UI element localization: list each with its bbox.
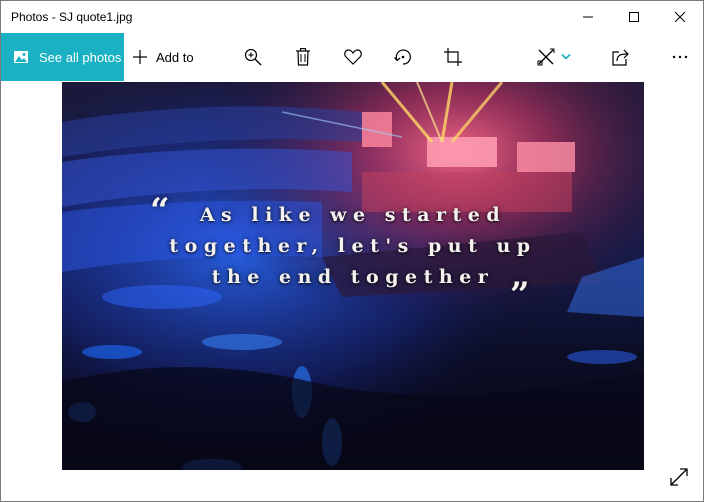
see-all-photos-label: See all photos bbox=[39, 49, 122, 65]
share-button[interactable] bbox=[609, 45, 633, 69]
share-icon bbox=[612, 49, 629, 66]
window-title: Photos - SJ quote1.jpg bbox=[11, 10, 133, 24]
zoom-button[interactable] bbox=[241, 45, 265, 69]
photos-app-window: Photos - SJ quote1.jpg See all photos Ad… bbox=[0, 0, 704, 502]
delete-button[interactable] bbox=[291, 45, 315, 69]
maximize-button[interactable] bbox=[611, 1, 657, 33]
chevron-down-icon bbox=[561, 53, 571, 60]
maximize-icon bbox=[629, 12, 639, 22]
plus-icon bbox=[133, 50, 147, 64]
close-quote-mark: ” bbox=[510, 275, 530, 315]
minimize-icon bbox=[583, 16, 593, 18]
crop-button[interactable] bbox=[441, 45, 465, 69]
crop-icon bbox=[444, 48, 462, 66]
quote-line: together, let's put up bbox=[169, 235, 537, 257]
rotate-icon bbox=[394, 49, 411, 65]
photo-gallery-icon bbox=[13, 49, 29, 65]
edit-create-icon bbox=[537, 48, 555, 66]
quote-text: As like we started together, let's put u… bbox=[62, 200, 644, 293]
favorite-heart-icon bbox=[344, 49, 362, 65]
full-screen-button[interactable] bbox=[667, 465, 691, 489]
favorite-button[interactable] bbox=[341, 45, 365, 69]
quote-line: As like we started bbox=[199, 204, 507, 226]
add-to-button[interactable]: Add to bbox=[132, 33, 194, 81]
more-options-button[interactable] bbox=[668, 45, 692, 69]
photo-viewer: “ As like we started together, let's put… bbox=[1, 81, 703, 501]
zoom-in-icon bbox=[244, 48, 262, 66]
photo-toolbar: See all photos Add to bbox=[1, 33, 703, 81]
expand-icon bbox=[670, 468, 688, 486]
quote-line: the end together bbox=[211, 266, 495, 288]
concert-photo[interactable]: “ As like we started together, let's put… bbox=[62, 82, 644, 470]
see-all-photos-button[interactable]: See all photos bbox=[1, 33, 124, 81]
more-icon bbox=[672, 55, 688, 59]
delete-icon bbox=[296, 48, 310, 66]
add-to-label: Add to bbox=[156, 49, 194, 65]
rotate-button[interactable] bbox=[391, 45, 415, 69]
title-bar: Photos - SJ quote1.jpg bbox=[1, 1, 703, 33]
minimize-button[interactable] bbox=[565, 1, 611, 33]
close-icon bbox=[675, 12, 685, 22]
close-button[interactable] bbox=[657, 1, 703, 33]
edit-create-button[interactable] bbox=[534, 45, 574, 69]
